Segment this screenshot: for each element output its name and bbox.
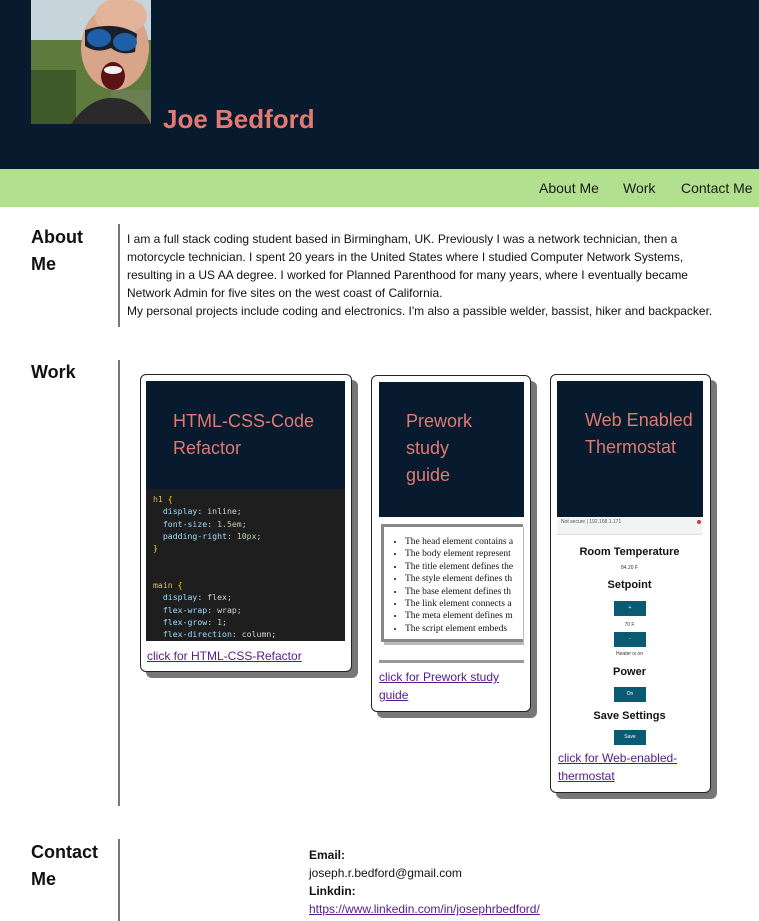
code-line: flex-direction: column; <box>162 629 277 640</box>
code-line: flex-grow: 1; <box>162 616 227 627</box>
room-temperature-label: Room Temperature <box>579 546 680 558</box>
divider <box>379 660 524 663</box>
project-thumbnail[interactable]: Web Enabled Thermostat Not secure | 192.… <box>557 381 703 746</box>
list-item: The style element defines th <box>405 573 517 585</box>
record-icon <box>697 520 701 524</box>
linkedin-label: Linkdin: <box>309 884 356 898</box>
about-text: I am a full stack coding student based i… <box>127 230 727 320</box>
code-line: h1 { <box>153 494 173 504</box>
project-link-prework[interactable]: click for Prework study guide <box>379 668 519 704</box>
project-link-refactor[interactable]: click for HTML-CSS-Refactor <box>147 647 302 665</box>
thermostat-screenshot: Not secure | 192.168.1.171 Room Temperat… <box>557 517 702 746</box>
contact-heading: Contact Me <box>31 842 98 889</box>
avatar <box>31 0 151 124</box>
about-heading: About Me <box>31 227 83 274</box>
project-thumbnail[interactable]: HTML-CSS-Code Refactor h1 { display: inl… <box>146 381 345 641</box>
power-button: On <box>614 687 646 702</box>
code-line: main { <box>153 580 183 591</box>
nav-link-work[interactable]: Work <box>623 180 655 196</box>
contact-details: Email: joseph.r.bedford@gmail.com Linkdi… <box>309 846 540 918</box>
about-paragraph: I am a full stack coding student based i… <box>127 232 688 300</box>
list-item: The base element defines th <box>405 586 517 598</box>
profile-photo-icon <box>31 0 151 124</box>
site-title: Joe Bedford <box>163 104 315 134</box>
list-item: The body element represent <box>405 548 517 560</box>
code-line: flex-wrap: wrap; <box>162 604 242 615</box>
project-thumbnail-title: Web Enabled Thermostat <box>585 410 693 457</box>
code-line: padding-right: 10px; <box>162 530 262 541</box>
list-item: The head element contains a <box>405 536 517 548</box>
setpoint-value: 70 F <box>624 622 635 628</box>
url-text: Not secure | 192.168.1.171 <box>561 519 622 525</box>
project-thumbnail-title: Prework study guide <box>406 411 473 485</box>
room-temperature-value: 84.20 F <box>621 565 638 571</box>
list-item: The title element defines the <box>405 561 517 573</box>
heater-status: Heater is on <box>616 651 643 657</box>
setpoint-label: Setpoint <box>607 579 652 591</box>
list-item: The link element connects a <box>405 598 517 610</box>
project-link-thermostat[interactable]: click for Web-enabled-thermostat <box>558 749 698 785</box>
thumbnail-banner: Prework study guide <box>379 382 524 517</box>
save-button: Save <box>614 730 646 745</box>
email-label: Email: <box>309 848 346 862</box>
list-item: The meta element defines m <box>405 610 517 622</box>
nav-link-about-me[interactable]: About Me <box>539 180 599 196</box>
code-line: font-size: 1.5em; <box>162 518 247 529</box>
thumbnail-banner: Web Enabled Thermostat <box>557 381 703 517</box>
work-heading: Work <box>31 362 76 382</box>
about-paragraph: My personal projects include coding and … <box>127 304 713 318</box>
project-card-thermostat: Web Enabled Thermostat Not secure | 192.… <box>550 374 711 793</box>
save-settings-label: Save Settings <box>593 710 666 722</box>
project-card-prework: Prework study guide The head element con… <box>371 375 531 712</box>
work-divider <box>118 360 120 806</box>
study-guide-screenshot: The head element contains a The body ele… <box>379 522 523 642</box>
code-screenshot: h1 { display: inline; font-size: 1.5em; … <box>146 489 345 641</box>
code-line: display: flex; <box>162 592 232 603</box>
power-label: Power <box>612 666 646 678</box>
project-thumbnail-title: HTML-CSS-Code Refactor <box>173 411 315 458</box>
contact-divider <box>118 839 120 921</box>
email-value[interactable]: joseph.r.bedford@gmail.com <box>309 864 540 882</box>
setpoint-up-button: + <box>614 601 646 616</box>
top-nav: About Me Work Contact Me <box>0 169 759 207</box>
project-thumbnail[interactable]: Prework study guide The head element con… <box>379 382 524 664</box>
list-item: The script element embeds <box>405 623 517 635</box>
site-header: Joe Bedford <box>0 0 759 169</box>
project-card-refactor: HTML-CSS-Code Refactor h1 { display: inl… <box>140 374 352 672</box>
nav-link-contact-me[interactable]: Contact Me <box>681 180 753 196</box>
browser-url-bar: Not secure | 192.168.1.171 <box>557 517 702 535</box>
about-divider <box>118 224 120 327</box>
linkedin-link[interactable]: https://www.linkedin.com/in/josephrbedfo… <box>309 902 540 916</box>
guide-list: The head element contains a The body ele… <box>387 536 517 635</box>
setpoint-down-button: - <box>614 632 646 647</box>
code-line: } <box>153 543 158 554</box>
code-line: display: inline; <box>162 506 242 517</box>
